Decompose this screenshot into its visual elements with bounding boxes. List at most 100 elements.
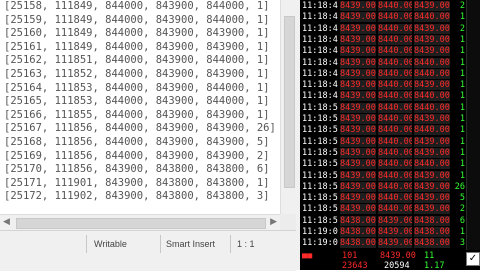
- tick-vol: 1: [459, 147, 465, 158]
- editor-line: [25171, 111901, 843900, 843800, 843800, …: [4, 176, 270, 189]
- tick-row: 11:18:538439.008440.008439.001: [300, 136, 466, 148]
- tick-row: 11:18:568438.008439.008438.006: [300, 215, 466, 227]
- editor-line: [25160, 111849, 844000, 843900, 843900, …: [4, 27, 270, 40]
- tick-vol: 1: [459, 57, 465, 68]
- side-panel: [466, 0, 480, 250]
- tick-vol: 2: [459, 204, 465, 215]
- tick-vol: 1: [459, 91, 465, 102]
- editor-line: [25159, 111849, 844000, 843900, 844000, …: [4, 13, 270, 26]
- status-separator: [160, 235, 161, 253]
- editor-line: [25161, 111849, 844000, 843900, 843900, …: [4, 40, 270, 53]
- tick-p3: 8439.00: [414, 170, 450, 181]
- status-separator: [86, 235, 87, 253]
- tick-row: 11:19:018438.008439.008438.001: [300, 227, 466, 238]
- tick-vol: 1: [459, 102, 465, 113]
- tick-time: 11:18:48: [302, 46, 338, 57]
- status-separator: [230, 235, 231, 253]
- tick-row: 11:18:498439.008440.008440.001: [300, 91, 466, 102]
- tick-p1: 8439.00: [340, 147, 376, 158]
- tick-p2: 8440.00: [378, 91, 412, 102]
- tick-vol: 1: [459, 68, 465, 79]
- tick-time: 11:18:56: [302, 215, 338, 226]
- tick-vol: 2: [459, 1, 465, 11]
- tick-time: 11:18:53: [302, 136, 338, 147]
- tick-p3: 8439.00: [414, 34, 450, 45]
- tick-p1: 8439.00: [340, 159, 376, 170]
- tick-row: 11:18:508439.008440.008440.001: [300, 102, 466, 114]
- tick-vol: 26: [454, 181, 465, 192]
- tick-list-panel: 11:18:408439.008440.008439.00211:18:4184…: [300, 0, 466, 250]
- tick-p1: 8439.00: [340, 23, 376, 34]
- tick-row: 11:18:498439.008440.008440.001: [300, 68, 466, 80]
- tick-row: 11:18:488439.008440.008439.001: [300, 46, 466, 57]
- status-bar: Writable Smart Insert 1 : 1: [0, 230, 296, 271]
- tick-p1: 8438.00: [340, 238, 376, 249]
- scroll-right-arrow-icon[interactable]: ▶: [270, 217, 277, 227]
- tick-p2: 8439.00: [378, 215, 412, 226]
- tick-row: 11:18:568439.008440.008439.005: [300, 193, 466, 204]
- scroll-left-arrow-icon[interactable]: ◀: [3, 217, 10, 227]
- tick-time: 11:18:52: [302, 125, 338, 136]
- horizontal-scrollbar[interactable]: ◀ ▶: [0, 214, 280, 231]
- vertical-scrollbar[interactable]: ▼: [280, 0, 297, 230]
- tick-p2: 8440.00: [378, 46, 412, 57]
- summary-label-icon: ■■: [302, 251, 313, 261]
- tick-p3: 8439.00: [414, 193, 450, 204]
- tick-time: 11:18:55: [302, 147, 338, 158]
- summary-bar: ■■ 101 8439.00 11 23643 20594 1.17: [300, 250, 480, 271]
- tick-time: 11:18:50: [302, 102, 338, 113]
- vertical-scroll-thumb[interactable]: [284, 16, 295, 188]
- editor-line: [25163, 111852, 844000, 843900, 843900, …: [4, 68, 270, 80]
- tick-p1: 8439.00: [340, 80, 376, 91]
- editor-line: [25166, 111855, 844000, 843900, 843900, …: [4, 108, 270, 121]
- tick-p3: 8438.00: [414, 227, 450, 237]
- tick-p1: 8439.00: [340, 57, 376, 68]
- editor-text-area[interactable]: [25158, 111849, 844000, 843900, 844000, …: [0, 0, 280, 230]
- editor-line: [25167, 111856, 844000, 843900, 843900, …: [4, 122, 276, 135]
- tick-time: 11:18:41: [302, 12, 338, 23]
- tick-p3: 8440.00: [414, 159, 450, 170]
- tick-p3: 8439.00: [414, 1, 450, 11]
- tick-p2: 8440.00: [378, 125, 412, 136]
- tick-p2: 8440.00: [378, 1, 412, 11]
- tick-p2: 8440.00: [378, 23, 412, 34]
- tick-p3: 8439.00: [414, 181, 450, 192]
- tick-p3: 8439.00: [414, 23, 450, 34]
- tick-p1: 8439.00: [340, 170, 376, 181]
- tick-p1: 8439.00: [340, 136, 376, 147]
- tick-p3: 8439.00: [414, 204, 450, 215]
- tick-p3: 8440.00: [414, 12, 450, 23]
- editor-line: [25169, 111856, 844000, 843900, 843900, …: [4, 149, 270, 162]
- tick-p1: 8439.00: [340, 1, 376, 11]
- tick-time: 11:18:40: [302, 1, 338, 11]
- tick-p1: 8439.00: [340, 12, 376, 23]
- tick-row: 11:18:518439.008440.008439.001: [300, 114, 466, 125]
- tick-p3: 8440.00: [414, 91, 450, 102]
- tick-p3: 8440.00: [414, 125, 450, 136]
- tick-p2: 8440.00: [378, 159, 412, 170]
- tick-time: 11:18:49: [302, 91, 338, 102]
- horizontal-scroll-thumb[interactable]: [16, 218, 266, 229]
- editor-line: [25165, 111853, 844000, 843900, 844000, …: [4, 95, 270, 108]
- tick-time: 11:18:56: [302, 193, 338, 204]
- tick-p2: 8440.00: [378, 193, 412, 204]
- tick-p3: 8439.00: [414, 46, 450, 57]
- tick-p2: 8440.00: [378, 147, 412, 158]
- checkbox-checked-icon[interactable]: ✓: [466, 252, 480, 266]
- tick-p1: 8439.00: [340, 34, 376, 45]
- editor-line: [25164, 111853, 844000, 843900, 844000, …: [4, 81, 270, 94]
- tick-p1: 8439.00: [340, 181, 376, 192]
- tick-p3: 8440.00: [414, 68, 450, 79]
- tick-vol: 1: [459, 80, 465, 91]
- tick-row: 11:18:558439.008440.008440.001: [300, 159, 466, 170]
- tick-time: 11:18:56: [302, 204, 338, 215]
- tick-p2: 8440.00: [378, 170, 412, 181]
- editor-line: [25172, 111902, 843900, 843800, 843800, …: [4, 190, 270, 203]
- tick-row: 11:18:468439.008440.008439.001: [300, 34, 466, 46]
- tick-time: 11:19:02: [302, 238, 338, 249]
- tick-p1: 8438.00: [340, 227, 376, 237]
- status-writable: Writable: [94, 239, 127, 249]
- editor-line: [25158, 111849, 844000, 843900, 844000, …: [4, 0, 270, 12]
- tick-time: 11:18:49: [302, 80, 338, 91]
- tick-time: 11:18:56: [302, 170, 338, 181]
